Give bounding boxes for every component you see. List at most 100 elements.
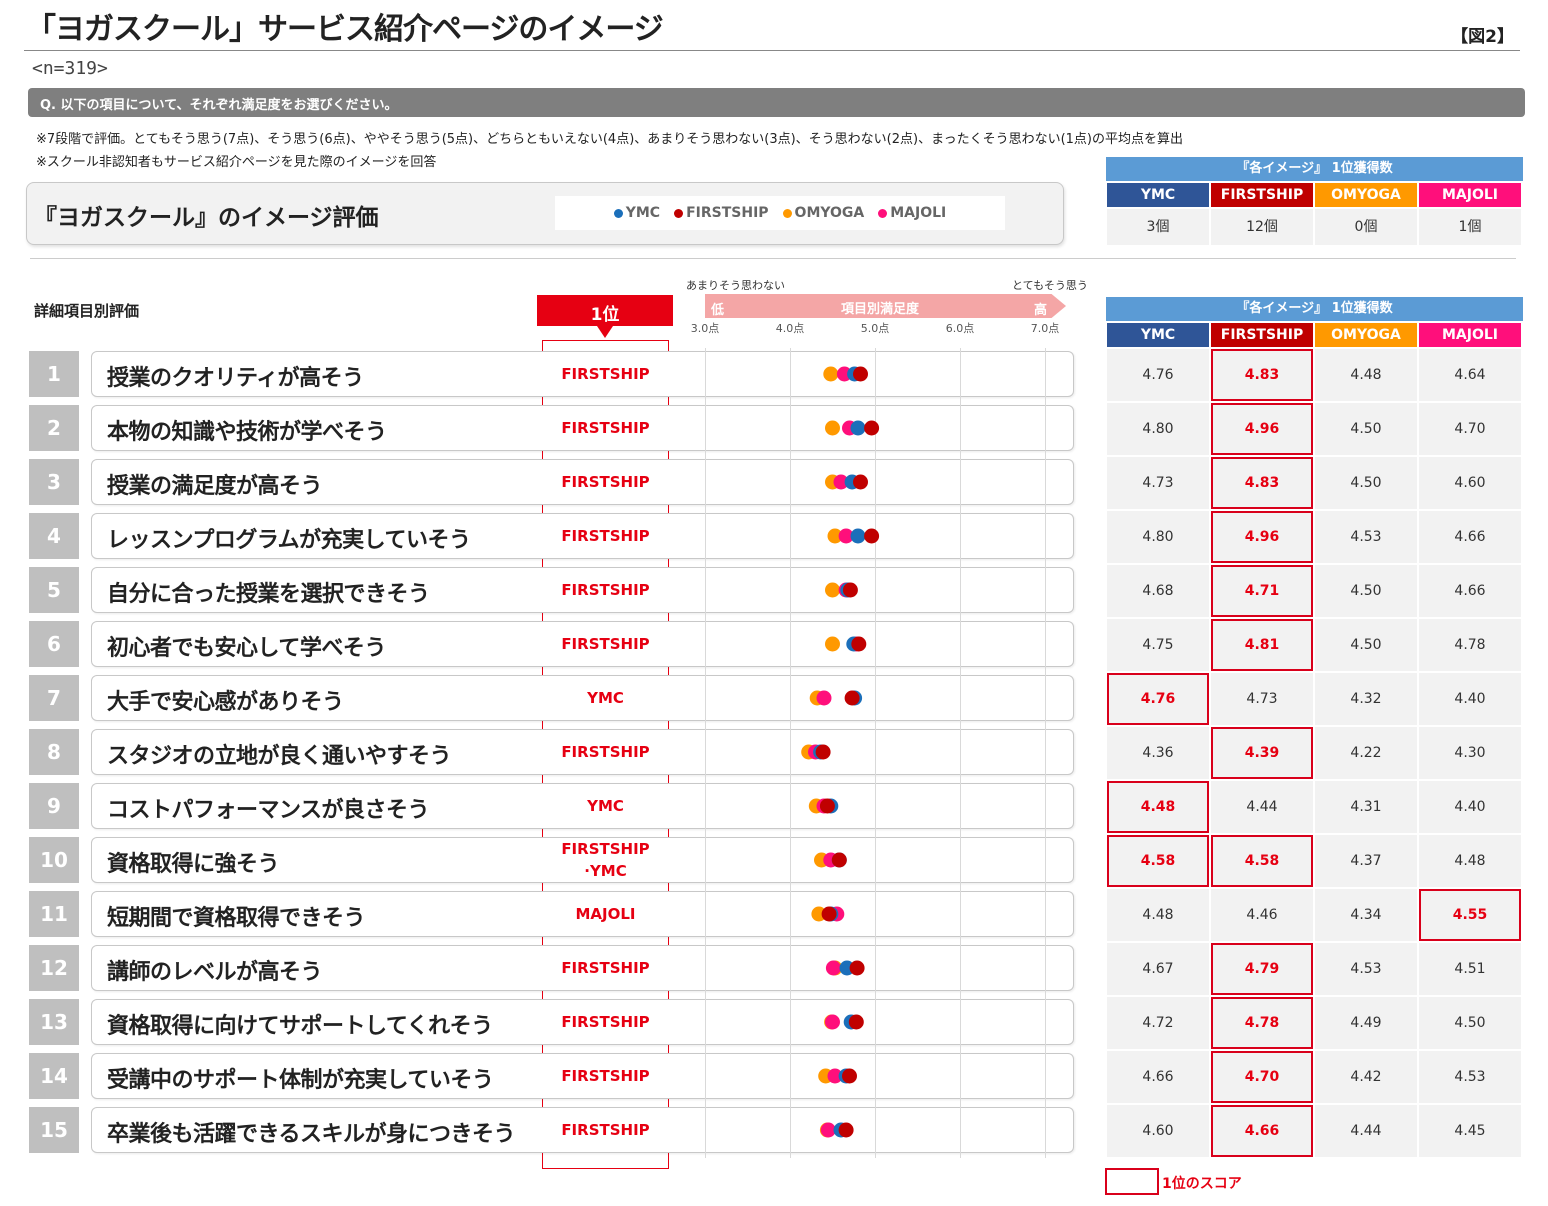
x-tick-label: 7.0点 bbox=[1030, 322, 1060, 335]
rank1-brand: FIRSTSHIP bbox=[561, 1121, 650, 1139]
item-number: 10 bbox=[29, 837, 79, 883]
summary-count-majoli: 1個 bbox=[1419, 209, 1521, 245]
score-cell-ymc: 4.60 bbox=[1107, 1105, 1209, 1157]
score-cell-omyoga: 4.50 bbox=[1315, 565, 1417, 617]
rank1-header-pointer bbox=[597, 326, 613, 338]
item-label: 授業のクオリティが高そう bbox=[107, 366, 364, 391]
score-cell-majoli: 4.66 bbox=[1419, 565, 1521, 617]
x-tick-label: 5.0点 bbox=[860, 322, 890, 335]
note-scoring: ※7段階で評価。とてもそう思う(7点)、そう思う(6点)、ややそう思う(5点)、… bbox=[36, 132, 1183, 147]
legend-item-firstship: FIRSTSHIP bbox=[674, 205, 769, 221]
gridline bbox=[875, 348, 876, 1158]
score-cell-firstship: 4.46 bbox=[1211, 889, 1313, 941]
score-cell-omyoga: 4.50 bbox=[1315, 619, 1417, 671]
score-cell-omyoga: 4.53 bbox=[1315, 511, 1417, 563]
score-cell-majoli: 4.50 bbox=[1419, 997, 1521, 1049]
gridline bbox=[1045, 348, 1046, 1158]
score-cell-majoli: 4.64 bbox=[1419, 349, 1521, 401]
score-cell-omyoga: 4.53 bbox=[1315, 943, 1417, 995]
score-cell-ymc: 4.58 bbox=[1107, 835, 1209, 887]
summary-header-omyoga: OMYOGA bbox=[1315, 183, 1417, 207]
score-cell-omyoga: 4.42 bbox=[1315, 1051, 1417, 1103]
item-number: 2 bbox=[29, 405, 79, 451]
score-cell-ymc: 4.67 bbox=[1107, 943, 1209, 995]
summary-count-firstship: 12個 bbox=[1211, 209, 1313, 245]
evaluation-title: 『ヨガスクール』のイメージ評価 bbox=[34, 205, 379, 231]
scale-low-caption: あまりそう思わない bbox=[686, 279, 785, 292]
summary-header-majoli: MAJOLI bbox=[1419, 183, 1521, 207]
legend-item-majoli: MAJOLI bbox=[878, 205, 946, 221]
item-number: 12 bbox=[29, 945, 79, 991]
scale-high-caption: とてもそう思う bbox=[1012, 279, 1088, 292]
sample-size: <n=319> bbox=[32, 58, 108, 79]
score-cell-majoli: 4.78 bbox=[1419, 619, 1521, 671]
detail-header-majoli: MAJOLI bbox=[1419, 323, 1521, 347]
score-cell-firstship: 4.71 bbox=[1211, 565, 1313, 617]
score-cell-omyoga: 4.50 bbox=[1315, 457, 1417, 509]
item-label: 自分に合った授業を選択できそう bbox=[107, 582, 430, 607]
item-number: 13 bbox=[29, 999, 79, 1045]
score-cell-firstship: 4.66 bbox=[1211, 1105, 1313, 1157]
score-cell-firstship: 4.44 bbox=[1211, 781, 1313, 833]
gridline bbox=[790, 348, 791, 1158]
score-cell-ymc: 4.72 bbox=[1107, 997, 1209, 1049]
score-cell-firstship: 4.96 bbox=[1211, 403, 1313, 455]
score-cell-firstship: 4.58 bbox=[1211, 835, 1313, 887]
score-cell-majoli: 4.66 bbox=[1419, 511, 1521, 563]
item-label: 受講中のサポート体制が充実していそう bbox=[107, 1068, 494, 1093]
figure-label: 【図2】 bbox=[1451, 27, 1514, 47]
rank1-brand: FIRSTSHIP ·YMC bbox=[561, 840, 650, 880]
score-cell-ymc: 4.76 bbox=[1107, 349, 1209, 401]
score-cell-omyoga: 4.32 bbox=[1315, 673, 1417, 725]
legend-dot-majoli bbox=[878, 208, 888, 218]
item-number: 1 bbox=[29, 351, 79, 397]
rank1-brand: FIRSTSHIP bbox=[561, 635, 650, 653]
item-number: 8 bbox=[29, 729, 79, 775]
score-cell-ymc: 4.76 bbox=[1107, 673, 1209, 725]
score-cell-ymc: 4.36 bbox=[1107, 727, 1209, 779]
legend-dot-omyoga bbox=[782, 208, 792, 218]
section-divider bbox=[30, 258, 1516, 259]
score-cell-omyoga: 4.37 bbox=[1315, 835, 1417, 887]
detail-section-label: 詳細項目別評価 bbox=[34, 302, 140, 320]
score-cell-majoli: 4.40 bbox=[1419, 673, 1521, 725]
rank1-header: 1位 bbox=[537, 295, 673, 326]
score-cell-majoli: 4.53 bbox=[1419, 1051, 1521, 1103]
summary-header-ymc: YMC bbox=[1107, 183, 1209, 207]
legend-label-majoli: MAJOLI bbox=[890, 205, 947, 221]
chart-legend: YMC FIRSTSHIP OMYOGA MAJOLI bbox=[555, 196, 1005, 230]
score-cell-majoli: 4.30 bbox=[1419, 727, 1521, 779]
score-cell-firstship: 4.73 bbox=[1211, 673, 1313, 725]
item-number: 14 bbox=[29, 1053, 79, 1099]
score-cell-majoli: 4.51 bbox=[1419, 943, 1521, 995]
score-cell-ymc: 4.66 bbox=[1107, 1051, 1209, 1103]
scale-title: 項目別満足度 bbox=[840, 302, 919, 317]
scale-high-label: 高 bbox=[1034, 303, 1048, 318]
legend-item-ymc: YMC bbox=[613, 205, 660, 221]
rank1-legend-swatch bbox=[1105, 1168, 1159, 1195]
title-divider bbox=[24, 50, 1520, 51]
score-cell-firstship: 4.70 bbox=[1211, 1051, 1313, 1103]
item-label: 授業の満足度が高そう bbox=[107, 474, 323, 499]
score-cell-majoli: 4.60 bbox=[1419, 457, 1521, 509]
score-cell-omyoga: 4.49 bbox=[1315, 997, 1417, 1049]
item-number: 3 bbox=[29, 459, 79, 505]
x-tick-label: 4.0点 bbox=[775, 322, 805, 335]
score-cell-omyoga: 4.31 bbox=[1315, 781, 1417, 833]
legend-dot-firstship bbox=[674, 208, 684, 218]
detail-header-omyoga: OMYOGA bbox=[1315, 323, 1417, 347]
question-bar: Q. 以下の項目について、それぞれ満足度をお選びください。 bbox=[28, 88, 1525, 117]
score-cell-majoli: 4.55 bbox=[1419, 889, 1521, 941]
score-cell-majoli: 4.40 bbox=[1419, 781, 1521, 833]
item-label: 資格取得に向けてサポートしてくれそう bbox=[107, 1014, 493, 1039]
scale-low-label: 低 bbox=[711, 303, 725, 318]
score-cell-ymc: 4.75 bbox=[1107, 619, 1209, 671]
rank1-brand: MAJOLI bbox=[575, 905, 636, 923]
gridline bbox=[960, 348, 961, 1158]
score-cell-omyoga: 4.34 bbox=[1315, 889, 1417, 941]
page-title: 「ヨガスクール」サービス紹介ページのイメージ bbox=[26, 12, 664, 47]
item-number: 11 bbox=[29, 891, 79, 937]
summary-count-omyoga: 0個 bbox=[1315, 209, 1417, 245]
score-cell-majoli: 4.48 bbox=[1419, 835, 1521, 887]
detail-header-firstship: FIRSTSHIP bbox=[1211, 323, 1313, 347]
